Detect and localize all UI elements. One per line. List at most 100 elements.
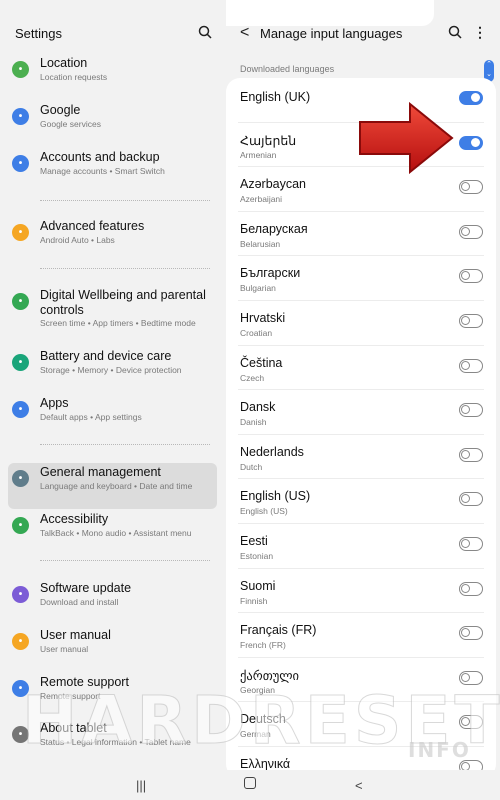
language-subtitle: Croatian <box>240 328 273 338</box>
language-name: Հայերեն <box>240 133 297 148</box>
toggle-knob <box>461 449 470 459</box>
toggle-knob <box>461 628 470 638</box>
language-subtitle: Dutch <box>240 461 263 472</box>
settings-item-remote-support[interactable]: • Remote support Remote support <box>8 673 217 719</box>
recent-apps-icon[interactable]: ||| <box>136 778 146 793</box>
language-subtitle: Estonian <box>240 551 274 561</box>
language-name: Français (FR) <box>240 623 317 638</box>
language-row[interactable]: Eesti Estonian <box>226 524 496 569</box>
settings-item-subtitle: Status • Legal information • Tablet name <box>40 737 191 747</box>
settings-item-digital-wellbeing-and-parental-controls[interactable]: • Digital Wellbeing and parental controls… <box>8 286 217 332</box>
settings-item-google[interactable]: • Google Google services <box>8 101 217 147</box>
language-row[interactable]: Български Bulgarian <box>226 256 496 301</box>
language-name: ქართული <box>240 668 300 683</box>
language-name: Azərbaycan <box>240 177 307 192</box>
language-subtitle: Azerbaijani <box>240 194 283 205</box>
language-toggle[interactable] <box>459 626 483 641</box>
toggle-knob <box>461 494 470 504</box>
language-toggle[interactable] <box>459 581 483 596</box>
settings-item-title: Advanced features <box>40 219 145 233</box>
back-nav-icon[interactable]: < <box>355 778 363 793</box>
settings-item-title: User manual <box>40 628 111 642</box>
settings-item-about-tablet[interactable]: • About tablet Status • Legal information … <box>8 719 217 765</box>
settings-item-subtitle: User manual <box>40 644 89 654</box>
settings-item-subtitle: Remote support <box>40 691 101 701</box>
language-toggle[interactable] <box>459 91 483 105</box>
toggle-knob <box>461 271 470 281</box>
language-name: Suomi <box>240 578 276 593</box>
section-divider <box>40 200 210 201</box>
language-name: English (UK) <box>240 90 311 104</box>
language-name: Deutsch <box>240 712 286 727</box>
settings-item-subtitle: Android Auto • Labs <box>40 235 115 245</box>
language-toggle[interactable] <box>459 180 483 195</box>
settings-item-title: Apps <box>40 396 69 410</box>
language-row[interactable]: ქართული Georgian <box>226 658 496 703</box>
language-toggle[interactable] <box>459 314 483 328</box>
language-toggle[interactable] <box>459 403 483 418</box>
section-divider <box>40 268 210 269</box>
home-icon[interactable] <box>244 777 256 789</box>
settings-item-apps[interactable]: • Apps Default apps • App settings <box>8 394 217 440</box>
language-row[interactable]: Suomi Finnish <box>226 569 496 614</box>
search-icon[interactable] <box>448 25 462 39</box>
language-toggle[interactable] <box>459 447 483 462</box>
language-toggle[interactable] <box>459 224 483 239</box>
language-toggle[interactable] <box>459 269 483 284</box>
info-icon: • <box>12 726 29 743</box>
toggle-knob <box>461 405 470 415</box>
settings-item-battery-and-device-care[interactable]: • Battery and device care Storage • Memory… <box>8 347 217 393</box>
settings-item-title: Remote support <box>40 675 129 689</box>
language-subtitle: Danish <box>240 417 267 428</box>
more-options-icon[interactable]: ⋮ <box>473 24 487 41</box>
settings-item-general-management[interactable]: • General management Language and keyboard… <box>8 463 217 509</box>
language-toggle[interactable] <box>459 537 483 551</box>
language-toggle[interactable] <box>459 670 483 685</box>
language-subtitle: Bulgarian <box>240 283 276 294</box>
language-toggle[interactable] <box>459 492 483 507</box>
language-row[interactable]: Hrvatski Croatian <box>226 301 496 346</box>
language-subtitle: Belarusian <box>240 238 281 249</box>
settings-item-location[interactable]: • Location Location requests <box>8 54 217 100</box>
toggle-knob <box>461 539 470 548</box>
toggle-knob <box>471 137 480 147</box>
language-toggle[interactable] <box>459 715 483 730</box>
language-row[interactable]: Беларуская Belarusian <box>226 212 496 257</box>
settings-item-subtitle: Download and install <box>40 597 119 607</box>
back-arrow-icon[interactable]: < <box>240 24 249 42</box>
settings-item-title: Google <box>40 103 81 117</box>
search-icon[interactable] <box>198 25 212 39</box>
language-name: Hrvatski <box>240 311 286 325</box>
language-toggle[interactable] <box>459 358 483 373</box>
language-row[interactable]: English (US) English (US) <box>226 479 496 524</box>
red-arrow-pointer <box>359 102 454 174</box>
settings-item-accessibility[interactable]: • Accessibility TalkBack • Mono audio • As… <box>8 510 217 556</box>
language-name: Беларуская <box>240 221 308 236</box>
language-row[interactable]: Čeština Czech <box>226 346 496 391</box>
settings-item-subtitle: Google services <box>40 119 101 129</box>
settings-item-software-update[interactable]: • Software update Download and install <box>8 579 217 625</box>
navigation-bar: ||| < <box>0 770 500 800</box>
language-row[interactable]: Dansk Danish <box>226 390 496 435</box>
toggle-knob <box>461 316 470 325</box>
settings-item-title: Accessibility <box>40 512 109 526</box>
language-row[interactable]: Français (FR) French (FR) <box>226 613 496 658</box>
section-divider <box>40 560 210 561</box>
settings-item-accounts-and-backup[interactable]: • Accounts and backup Manage accounts • Sm… <box>8 148 217 194</box>
location-icon: • <box>12 61 29 78</box>
settings-item-title: General management <box>40 465 161 479</box>
settings-item-title: Digital Wellbeing and parental controls <box>40 288 206 317</box>
language-toggle[interactable] <box>459 135 483 150</box>
language-row[interactable]: Nederlands Dutch <box>226 435 496 480</box>
wellbeing-icon: • <box>12 293 29 310</box>
language-name: English (US) <box>240 489 311 504</box>
toggle-knob <box>471 93 480 102</box>
settings-item-title: Accounts and backup <box>40 150 160 164</box>
settings-item-title: Software update <box>40 581 132 595</box>
settings-item-subtitle: Default apps • App settings <box>40 412 142 422</box>
settings-item-advanced-features[interactable]: • Advanced features Android Auto • Labs <box>8 217 217 263</box>
gear-plus-icon: • <box>12 224 29 241</box>
sliders-icon: • <box>12 470 29 487</box>
settings-item-user-manual[interactable]: • User manual User manual <box>8 626 217 672</box>
settings-item-title: Location <box>40 56 88 70</box>
